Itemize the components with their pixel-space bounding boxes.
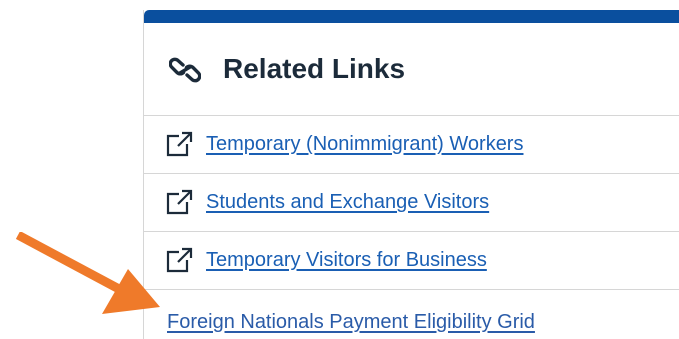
link-students-exchange-visitors[interactable]: Students and Exchange Visitors: [206, 191, 489, 214]
external-link-icon: [166, 189, 193, 215]
chain-link-icon: [169, 57, 201, 83]
pointer-arrow-icon: [16, 232, 160, 314]
page: Related Links Temporary (Nonimmigrant) W…: [0, 0, 679, 339]
panel-accent-bar: [144, 10, 679, 23]
list-item: Temporary (Nonimmigrant) Workers: [144, 116, 679, 174]
list-item: Foreign Nationals Payment Eligibility Gr…: [144, 290, 679, 339]
list-item: Temporary Visitors for Business: [144, 232, 679, 290]
related-links-panel: Related Links Temporary (Nonimmigrant) W…: [143, 10, 679, 339]
panel-title: Related Links: [223, 53, 406, 84]
link-payment-eligibility-grid[interactable]: Foreign Nationals Payment Eligibility Gr…: [167, 311, 535, 334]
list-item: Students and Exchange Visitors: [144, 174, 679, 232]
external-link-icon: [166, 131, 193, 157]
external-link-icon: [166, 247, 193, 273]
link-temporary-workers[interactable]: Temporary (Nonimmigrant) Workers: [206, 133, 523, 156]
panel-header: Related Links: [144, 23, 679, 116]
link-temporary-visitors-business[interactable]: Temporary Visitors for Business: [206, 249, 487, 272]
